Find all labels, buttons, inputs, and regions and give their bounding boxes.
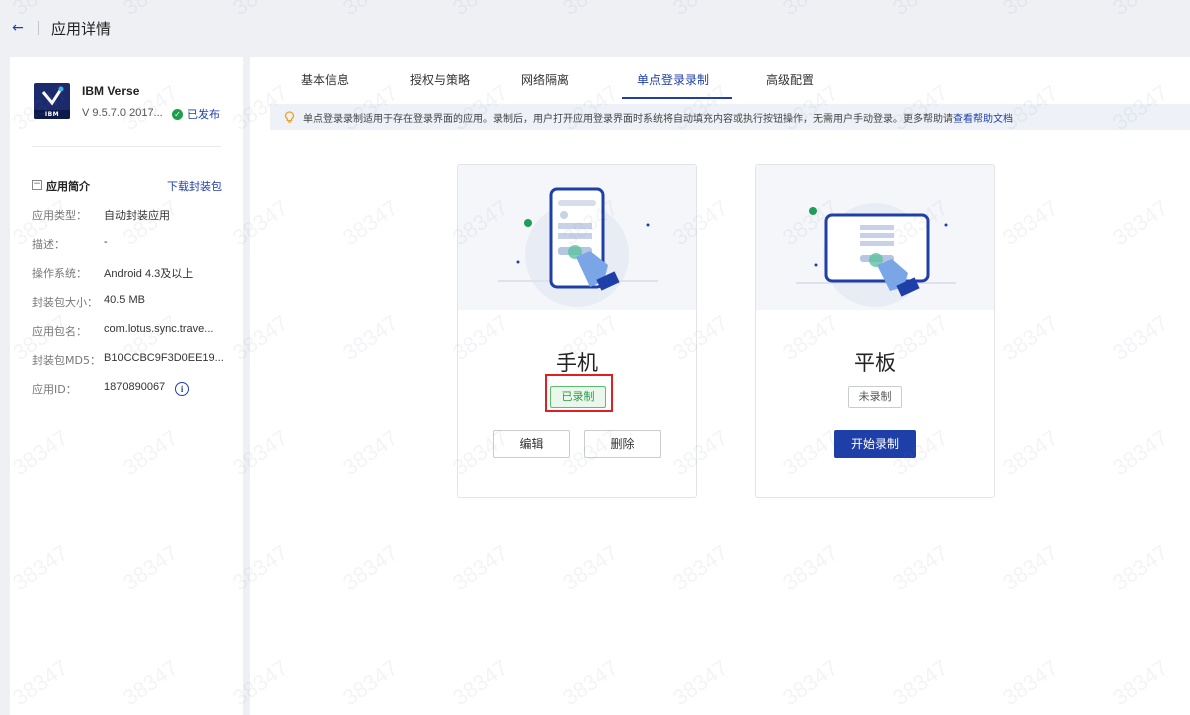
info-label: 封装包MD5： [32, 354, 101, 367]
publish-status: ✓ 已发布 [172, 106, 220, 122]
tablet-recording-icon [796, 203, 956, 307]
info-value: 40.5 MB [104, 294, 145, 306]
status-badge-unrecorded: 未录制 [848, 386, 902, 408]
info-row-os: 操作系统： Android 4.3及以上 [32, 265, 232, 281]
divider [32, 146, 221, 147]
info-row-package-name: 应用包名： com.lotus.sync.trave... [32, 323, 232, 339]
verse-logo-icon [41, 86, 64, 106]
info-value: B10CCBC9F3D0EE19... [104, 352, 224, 364]
info-label: 应用类型： [32, 209, 87, 222]
lightbulb-icon [284, 111, 295, 123]
status-badge-recorded: 已录制 [550, 386, 606, 408]
info-row-package-size: 封装包大小： 40.5 MB [32, 294, 232, 310]
edit-button[interactable]: 编辑 [493, 430, 570, 458]
app-sidebar: IBM IBM Verse V 9.5.7.0 2017... ✓ 已发布 − … [10, 57, 243, 715]
collapse-icon[interactable]: − [32, 180, 42, 190]
info-label: 描述： [32, 238, 65, 251]
check-circle-icon: ✓ [172, 108, 183, 120]
tab-authorization-policy[interactable]: 授权与策略 [410, 71, 470, 88]
tab-sso-recording[interactable]: 单点登录录制 [637, 71, 709, 88]
app-logo: IBM [34, 83, 70, 119]
info-value: 自动封装应用 [104, 210, 170, 222]
info-label: 应用包名： [32, 325, 87, 338]
start-recording-button[interactable]: 开始录制 [834, 430, 916, 458]
intro-title: 应用简介 [46, 180, 90, 193]
info-row-app-id: 应用ID： 1870890067 i [32, 381, 232, 397]
main-panel: 基本信息 授权与策略 网络隔离 单点登录录制 高级配置 单点登录录制适用于存在登… [250, 57, 1190, 715]
help-doc-link[interactable]: 查看帮助文档 [953, 110, 1013, 125]
logo-text: IBM [34, 110, 70, 119]
tab-basic-info[interactable]: 基本信息 [301, 71, 349, 88]
tablet-card: 平板 未录制 开始录制 [755, 164, 995, 498]
info-row-md5: 封装包MD5： B10CCBC9F3D0EE19... [32, 352, 232, 368]
back-arrow-icon[interactable]: ← [10, 20, 26, 36]
app-name: IBM Verse [82, 84, 140, 98]
active-tab-indicator [622, 97, 732, 99]
top-bar: ← 应用详情 [0, 0, 1190, 56]
info-circle-icon[interactable]: i [175, 382, 190, 396]
info-row-app-type: 应用类型： 自动封装应用 [32, 207, 232, 223]
info-value: com.lotus.sync.trave... [104, 323, 214, 335]
info-value: - [104, 236, 108, 248]
publish-status-label: 已发布 [187, 108, 220, 121]
app-version: V 9.5.7.0 2017... [82, 107, 163, 119]
app-header: IBM IBM Verse V 9.5.7.0 2017... ✓ 已发布 [34, 79, 224, 129]
app-id-value: 1870890067 [104, 381, 166, 393]
page-title: 应用详情 [51, 19, 112, 38]
device-title-phone: 手机 [556, 351, 598, 375]
intro-header: − 应用简介 下载封装包 [32, 178, 222, 194]
info-label: 操作系统： [32, 267, 87, 280]
tablet-illustration [756, 165, 994, 310]
info-value: 1870890067 i [104, 381, 190, 396]
device-title-tablet: 平板 [854, 351, 896, 375]
header-separator [38, 21, 39, 35]
phone-card: 手机 已录制 编辑 删除 [457, 164, 697, 498]
info-label: 封装包大小： [32, 296, 98, 309]
notice-text: 单点登录录制适用于存在登录界面的应用。录制后，用户打开应用登录界面时系统将自动填… [303, 113, 953, 125]
phone-recording-icon [498, 187, 658, 307]
phone-illustration [458, 165, 696, 310]
info-label: 应用ID： [32, 383, 77, 396]
download-package-link[interactable]: 下载封装包 [167, 178, 222, 194]
info-row-description: 描述： - [32, 236, 232, 252]
tab-network-isolation[interactable]: 网络隔离 [521, 71, 569, 88]
tab-advanced-config[interactable]: 高级配置 [766, 71, 814, 88]
info-value: Android 4.3及以上 [104, 268, 194, 280]
delete-button[interactable]: 删除 [584, 430, 661, 458]
tab-bar: 基本信息 授权与策略 网络隔离 单点登录录制 高级配置 [250, 57, 1190, 100]
notice-banner: 单点登录录制适用于存在登录界面的应用。录制后，用户打开应用登录界面时系统将自动填… [270, 104, 1190, 130]
